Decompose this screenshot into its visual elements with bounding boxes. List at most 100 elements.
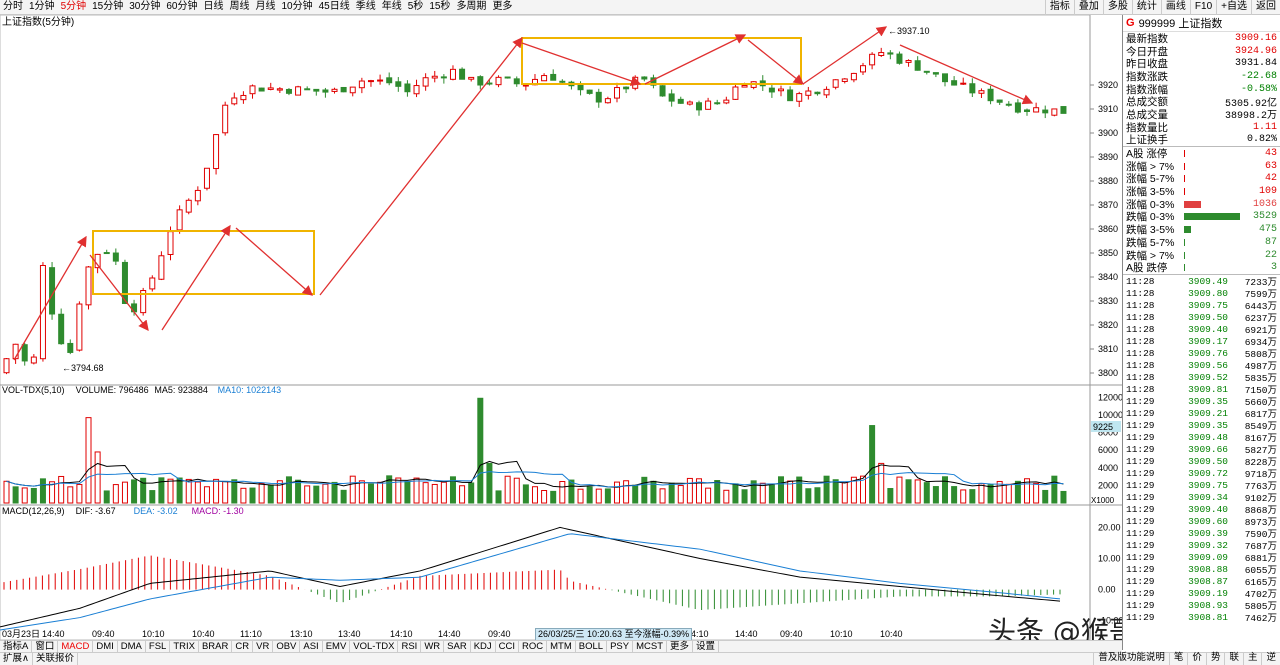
toolbar-button[interactable]: +自选	[1216, 0, 1251, 15]
toolbar-button[interactable]: 画线	[1160, 0, 1190, 15]
candle-body	[322, 89, 329, 93]
bottom-right-button[interactable]: 普及版功能说明	[1093, 652, 1169, 665]
trend-arrow	[521, 42, 642, 86]
indicator-tab[interactable]: MACD	[58, 640, 94, 653]
candle-body	[550, 73, 557, 81]
price-tick-label: 3820	[1098, 320, 1118, 330]
tick-price: 3909.35	[1188, 419, 1228, 431]
candle-body	[796, 93, 803, 102]
price-tick-label: 3870	[1098, 200, 1118, 210]
candle-body	[67, 342, 74, 353]
period-tab[interactable]: 周线	[227, 0, 253, 14]
volume-header: VOLUME: 796486	[76, 385, 149, 395]
indicator-tab[interactable]: CCI	[496, 640, 520, 653]
candle-body	[1042, 109, 1049, 114]
breadth-count: 22	[1264, 249, 1277, 261]
indicator-tab[interactable]: WR	[421, 640, 445, 653]
volume-bar	[21, 487, 28, 504]
indicator-tab[interactable]: VOL-TDX	[350, 640, 399, 653]
period-tab[interactable]: 5秒	[405, 0, 427, 14]
volume-bar	[486, 462, 493, 504]
period-tab[interactable]: 季线	[353, 0, 379, 14]
chart-title: 上证指数(5分钟)	[2, 15, 74, 28]
indicator-tab[interactable]: OBV	[273, 640, 301, 653]
period-tab[interactable]: 多周期	[453, 0, 489, 14]
volume-bar	[987, 484, 994, 504]
indicator-tab[interactable]: ASI	[300, 640, 323, 653]
toolbar-button[interactable]: 指标	[1044, 0, 1074, 15]
breadth-bar	[1184, 162, 1185, 170]
indicator-tab[interactable]: 窗口	[32, 640, 59, 653]
candle-body	[231, 97, 238, 105]
indicator-tab[interactable]: CR	[232, 640, 254, 653]
indicator-tab[interactable]: 指标A	[0, 640, 33, 653]
volume-bar	[878, 462, 885, 504]
indicator-tab[interactable]: 设置	[693, 640, 720, 653]
period-tab[interactable]: 30分钟	[126, 0, 163, 14]
bottom-tab[interactable]: 扩展∧	[0, 653, 33, 665]
period-tab[interactable]: 1分钟	[26, 0, 58, 14]
period-tab[interactable]: 10分钟	[279, 0, 316, 14]
candle-body	[896, 53, 903, 64]
macd-tick-label: 0.00	[1098, 585, 1116, 595]
time-axis-label: 13:40	[338, 629, 361, 639]
period-tab[interactable]: 日线	[201, 0, 227, 14]
period-tab[interactable]: 45日线	[316, 0, 353, 14]
breadth-row: A股 跌停 3	[1123, 261, 1280, 274]
indicator-tab[interactable]: FSL	[146, 640, 171, 653]
period-tab[interactable]: 年线	[379, 0, 405, 14]
volume-bar	[477, 397, 484, 504]
period-tab[interactable]: 15秒	[426, 0, 453, 14]
indicator-tab[interactable]: KDJ	[471, 640, 496, 653]
tick-price: 3909.56	[1188, 359, 1228, 371]
period-tab[interactable]: 月线	[253, 0, 279, 14]
indicator-tab[interactable]: TRIX	[170, 640, 199, 653]
breadth-bar	[1184, 264, 1185, 272]
bottom-tab[interactable]: 关联报价	[33, 653, 78, 665]
bottom-right-button[interactable]: 势	[1205, 652, 1225, 665]
bottom-right-button[interactable]: 逆	[1261, 652, 1280, 665]
toolbar-button[interactable]: F10	[1189, 0, 1216, 15]
time-axis-label: 09:40	[780, 629, 803, 639]
toolbar-button[interactable]: 统计	[1131, 0, 1161, 15]
indicator-tab[interactable]: MCST	[633, 640, 668, 653]
indicator-tab[interactable]: MTM	[547, 640, 576, 653]
candle-body	[878, 52, 885, 56]
indicator-tab[interactable]: VR	[253, 640, 274, 653]
indicator-tab[interactable]: EMV	[323, 640, 351, 653]
trend-arrow	[319, 36, 523, 296]
indicator-tab[interactable]: BRAR	[199, 640, 233, 653]
toolbar-button[interactable]: 返回	[1251, 0, 1280, 15]
volume-bar	[304, 485, 311, 504]
bottom-right-button[interactable]: 价	[1187, 652, 1206, 665]
price-tick-label: 3900	[1098, 128, 1118, 138]
period-tab[interactable]: 15分钟	[89, 0, 126, 14]
indicator-tab[interactable]: 更多	[667, 640, 694, 653]
volume-bar	[759, 482, 766, 504]
candle-body	[386, 77, 393, 84]
volume-bar	[267, 484, 274, 504]
indicator-tab[interactable]: ROC	[519, 640, 548, 653]
period-tab[interactable]: 更多	[489, 0, 515, 14]
volume-multiplier: X1000	[1091, 496, 1115, 505]
indicator-tab[interactable]: SAR	[444, 640, 471, 653]
period-tab[interactable]: 60分钟	[163, 0, 200, 14]
app-window: 分时 1分钟 5分钟 15分钟 30分钟 60分钟 日线 周线 月线 10分钟 45日线 季线 年线 5秒…	[0, 0, 1280, 665]
bottom-right-button[interactable]: 笔	[1168, 652, 1188, 665]
bottom-right-button[interactable]: 联	[1224, 652, 1243, 665]
toolbar-button[interactable]: 多股	[1102, 0, 1132, 15]
indicator-tab[interactable]: DMI	[93, 640, 118, 653]
chart-area[interactable]: 上证指数(5分钟) 3920 3910 3900 3890 3880 3870 3860 385…	[0, 15, 1122, 640]
period-tab[interactable]: 5分钟	[58, 0, 90, 14]
volume-bar	[969, 489, 976, 504]
indicator-tab[interactable]: DMA	[118, 640, 146, 653]
toolbar-button[interactable]: 叠加	[1073, 0, 1103, 15]
indicator-tab[interactable]: BOLL	[576, 640, 608, 653]
indicator-tab[interactable]: RSI	[398, 640, 422, 653]
period-tab[interactable]: 分时	[0, 0, 26, 14]
tick-list[interactable]: 11:28 3909.49 7233万 11:28 3909.80 7599万 11:28 3…	[1123, 274, 1280, 624]
indicator-tab[interactable]: PSY	[607, 640, 634, 653]
quote-value: -22.68	[1240, 70, 1277, 82]
price-tick-label: 3890	[1098, 152, 1118, 162]
bottom-right-button[interactable]: 主	[1242, 652, 1262, 665]
